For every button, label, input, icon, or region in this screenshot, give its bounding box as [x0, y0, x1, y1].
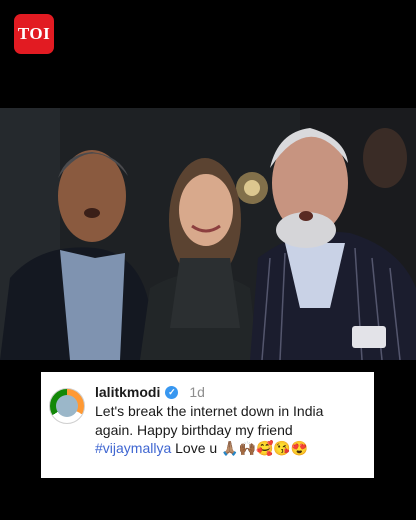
- post-age: 1d: [189, 384, 205, 400]
- party-photo: [0, 108, 416, 360]
- username[interactable]: lalitkmodi: [95, 384, 160, 401]
- caption-love: Love u: [175, 440, 218, 456]
- toi-logo: TOI: [14, 14, 54, 54]
- verified-badge-icon: ✓: [165, 386, 179, 399]
- caption-line-2: again. Happy birthday my friend: [95, 421, 293, 438]
- caption-line-1: Let's break the internet down in India: [95, 403, 324, 419]
- hashtag-link[interactable]: #vijaymallya: [95, 440, 171, 456]
- instagram-caption-card: lalitkmodi ✓ 1d Let's break the internet…: [41, 372, 374, 478]
- emoji-group: 🙏🏽🙌🏾🥰😘😍: [221, 440, 309, 456]
- avatar[interactable]: [49, 388, 85, 424]
- caption-text: Let's break the internet down in India a…: [95, 402, 362, 458]
- video-frame[interactable]: [0, 108, 416, 360]
